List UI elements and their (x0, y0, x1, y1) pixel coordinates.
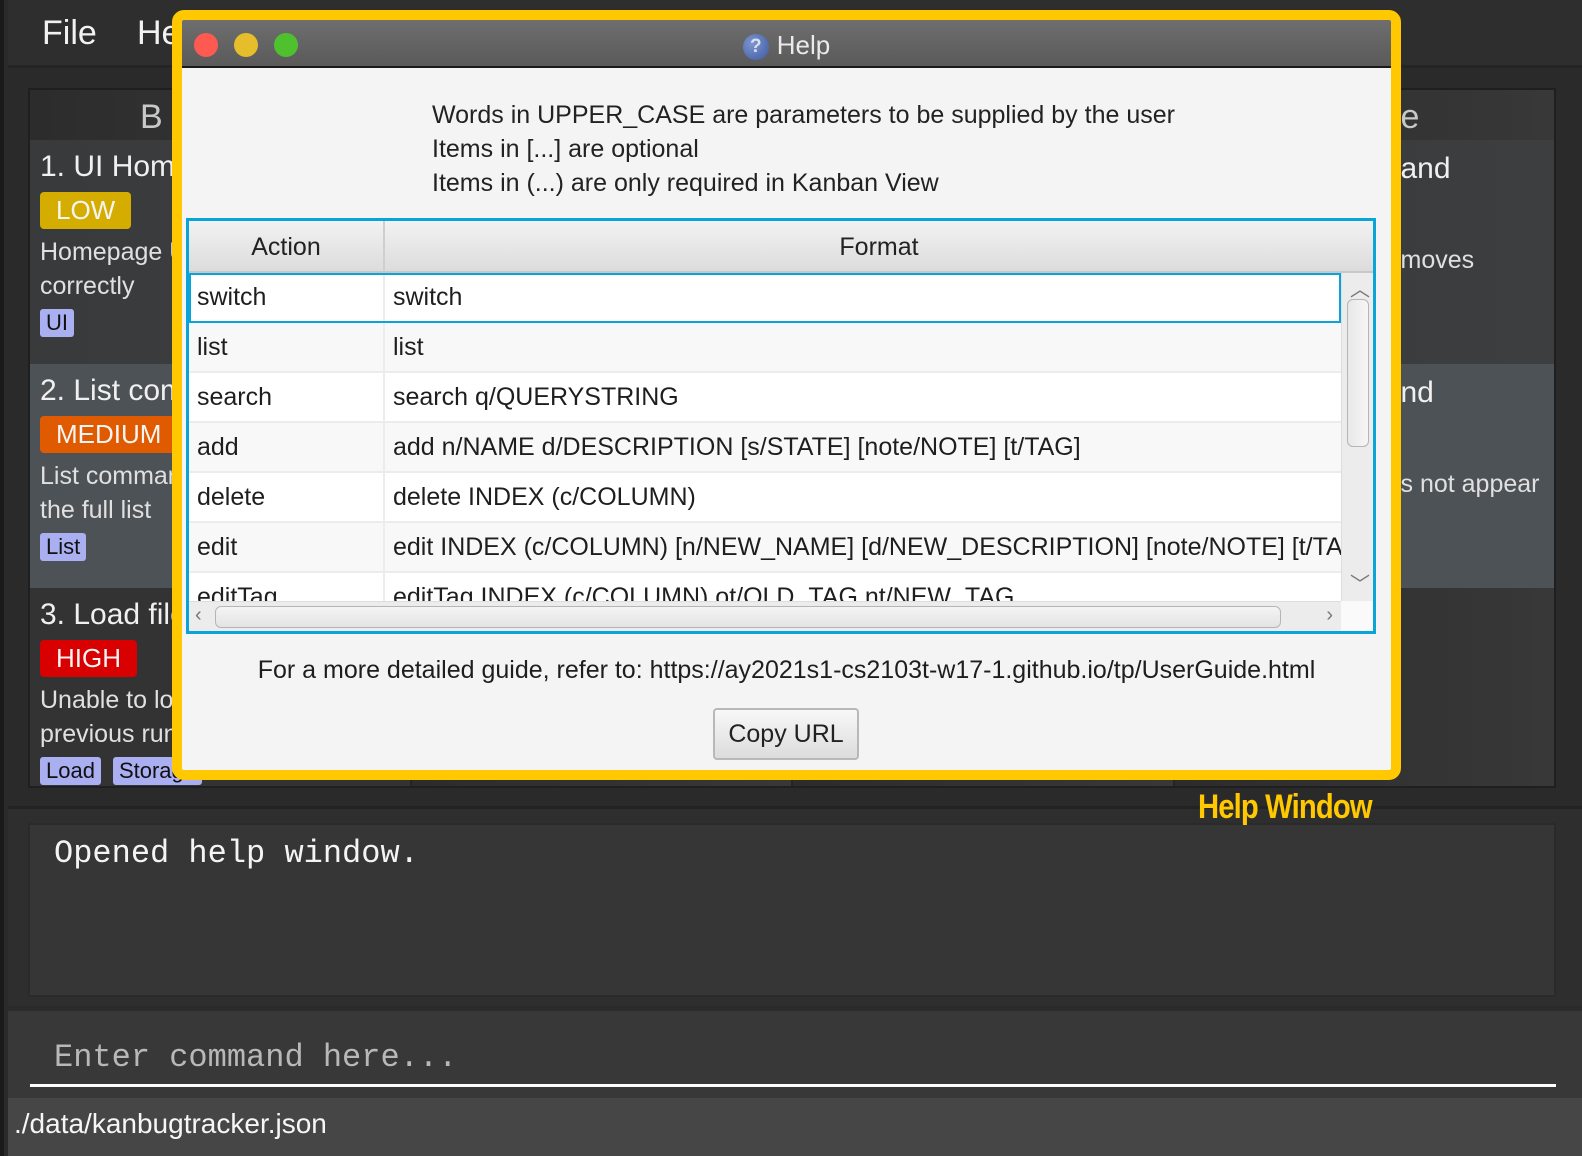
table-header: Action Format (189, 221, 1373, 273)
note-line: Items in (...) are only required in Kanb… (432, 169, 939, 197)
help-notes: Words in UPPER_CASE are parameters to be… (432, 98, 1175, 200)
cell-format: add n/NAME d/DESCRIPTION [s/STATE] [note… (393, 433, 1081, 461)
result-display-panel: Opened help window. (8, 806, 1582, 1006)
scroll-down-icon[interactable]: ﹀ (1350, 568, 1370, 597)
table-row[interactable]: add add n/NAME d/DESCRIPTION [s/STATE] [… (189, 423, 1341, 473)
scroll-right-icon[interactable]: › (1326, 604, 1333, 627)
vertical-scroll-thumb[interactable] (1347, 299, 1369, 447)
cell-format: delete INDEX (c/COLUMN) (393, 483, 696, 511)
table-body: switch switch list list search search q/… (189, 273, 1341, 601)
card-title: and (1400, 152, 1451, 185)
cell-format: list (393, 333, 424, 361)
note-line: Words in UPPER_CASE are parameters to be… (432, 101, 1175, 129)
table-row[interactable]: edit edit INDEX (c/COLUMN) [n/NEW_NAME] … (189, 523, 1341, 573)
table-row[interactable]: list list (189, 323, 1341, 373)
cell-action: delete (189, 473, 385, 521)
table-row[interactable]: editTag editTag INDEX (c/COLUMN) ot/OLD_… (189, 573, 1341, 601)
help-window-title: ? Help (182, 30, 1391, 61)
note-line: Items in [...] are optional (432, 135, 699, 163)
scroll-left-icon[interactable]: ‹ (195, 604, 202, 627)
cell-format: edit INDEX (c/COLUMN) [n/NEW_NAME] [d/NE… (393, 533, 1341, 561)
cell-action: edit (189, 523, 385, 571)
cell-format: switch (393, 283, 463, 311)
vertical-scrollbar[interactable]: ︿ ﹀ (1341, 273, 1373, 601)
cell-format: editTag INDEX (c/COLUMN) ot/OLD_TAG nt/N… (393, 583, 1015, 601)
horizontal-scrollbar[interactable]: ‹ › (189, 601, 1341, 631)
card-description: s not appear (1400, 470, 1540, 498)
column-header-action[interactable]: Action (189, 221, 385, 271)
help-titlebar[interactable]: ? Help (182, 20, 1391, 68)
menu-file[interactable]: File (42, 14, 97, 53)
card-description: moves (1400, 246, 1475, 274)
tag: UI (40, 309, 74, 337)
cell-action: add (189, 423, 385, 471)
status-bar: ./data/kanbugtracker.json (8, 1098, 1582, 1156)
table-row[interactable]: delete delete INDEX (c/COLUMN) (189, 473, 1341, 523)
scroll-up-icon[interactable]: ︿ (1350, 273, 1370, 302)
cell-action: switch (189, 273, 385, 321)
tag: List (40, 533, 87, 561)
help-window-annotation: Help Window (1198, 788, 1373, 826)
user-guide-link-text: For a more detailed guide, refer to: htt… (257, 656, 1316, 684)
command-table[interactable]: Action Format switch switch list list se… (186, 218, 1376, 634)
priority-badge: MEDIUM (40, 416, 178, 453)
priority-badge: LOW (40, 192, 132, 229)
priority-badge: HIGH (40, 640, 137, 677)
horizontal-scroll-thumb[interactable] (215, 606, 1281, 628)
table-row[interactable]: search search q/QUERYSTRING (189, 373, 1341, 423)
cell-action: editTag (189, 573, 385, 601)
result-text: Opened help window. (54, 835, 419, 872)
command-box-panel (8, 1008, 1582, 1098)
cell-format: search q/QUERYSTRING (393, 383, 679, 411)
card-title: nd (1400, 376, 1434, 409)
help-content: Words in UPPER_CASE are parameters to be… (182, 70, 1391, 770)
tag: Load (40, 757, 101, 785)
cell-action: list (189, 323, 385, 371)
save-location: ./data/kanbugtracker.json (14, 1108, 327, 1139)
question-mark-icon: ? (742, 34, 769, 60)
cell-action: search (189, 373, 385, 421)
column-header-format[interactable]: Format (385, 221, 1373, 271)
copy-url-button[interactable]: Copy URL (713, 708, 859, 760)
result-display: Opened help window. (28, 823, 1556, 997)
table-row[interactable]: switch switch (189, 273, 1341, 323)
help-window: ? Help Words in UPPER_CASE are parameters… (172, 10, 1401, 780)
command-input[interactable] (30, 1031, 1556, 1087)
